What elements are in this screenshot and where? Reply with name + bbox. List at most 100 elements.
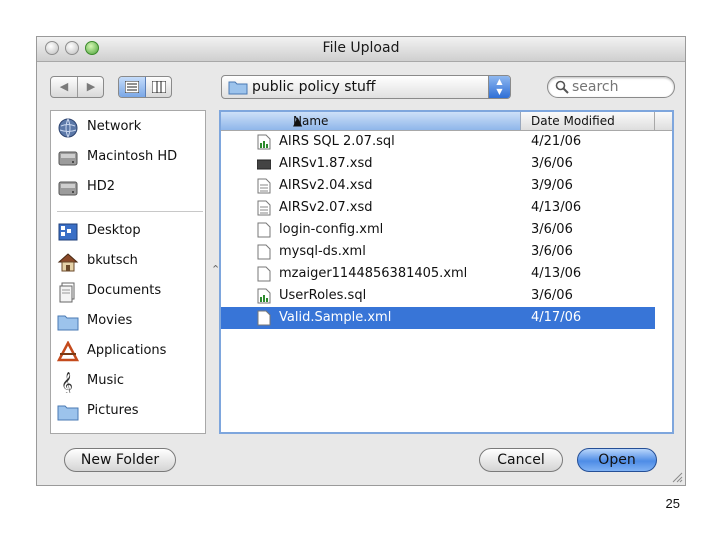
table-row[interactable]: AIRSv2.07.xsd 4/13/06 bbox=[221, 197, 655, 219]
file-date: 3/6/06 bbox=[531, 244, 573, 259]
sidebar-item-label: Pictures bbox=[87, 403, 139, 418]
sidebar-item-label: Applications bbox=[87, 343, 167, 358]
sidebar-item-movies[interactable]: Movies bbox=[57, 309, 203, 335]
blank-file-icon bbox=[257, 244, 271, 260]
column-view-button[interactable] bbox=[146, 77, 172, 97]
sidebar-item-label: bkutsch bbox=[87, 253, 138, 268]
column-header: Name ▲ Date Modified bbox=[221, 112, 672, 131]
date-column-header[interactable]: Date Modified bbox=[521, 112, 655, 130]
sort-ascending-icon: ▲ bbox=[293, 114, 303, 128]
file-name: login-config.xml bbox=[279, 222, 384, 237]
file-date: 3/6/06 bbox=[531, 288, 573, 303]
file-name: UserRoles.sql bbox=[279, 288, 367, 303]
window-title: File Upload bbox=[322, 40, 400, 56]
slide-number: 25 bbox=[665, 496, 680, 511]
sidebar-item-label: HD2 bbox=[87, 179, 116, 194]
sidebar-item-applications[interactable]: Applications bbox=[57, 339, 203, 365]
cancel-button[interactable]: Cancel bbox=[479, 448, 563, 472]
file-date: 3/6/06 bbox=[531, 156, 573, 171]
text-file-icon bbox=[257, 178, 271, 194]
blank-file-icon bbox=[257, 310, 271, 326]
sidebar-item-pictures[interactable]: Pictures bbox=[57, 399, 203, 425]
file-name: AIRSv1.87.xsd bbox=[279, 156, 373, 171]
table-row[interactable]: UserRoles.sql 3/6/06 bbox=[221, 285, 655, 307]
location-popup[interactable]: public policy stuff ▲ ▼ bbox=[221, 75, 511, 99]
view-mode-buttons bbox=[118, 76, 172, 98]
sql-file-icon bbox=[257, 134, 271, 150]
file-date: 4/17/06 bbox=[531, 310, 582, 325]
popup-arrows-icon: ▲ ▼ bbox=[488, 76, 510, 98]
sidebar-item-label: Desktop bbox=[87, 223, 141, 238]
sidebar-item-label: Network bbox=[87, 119, 142, 134]
search-input[interactable] bbox=[572, 79, 668, 95]
file-browser: Name ▲ Date Modified AIRS SQL 2.07.sql 4… bbox=[219, 110, 674, 434]
desktop-icon bbox=[58, 223, 78, 241]
blank-file-icon bbox=[257, 222, 271, 238]
forward-arrow-icon: ▶ bbox=[86, 80, 96, 93]
file-name: mzaiger1144856381405.xml bbox=[279, 266, 468, 281]
location-label: public policy stuff bbox=[252, 79, 376, 95]
globe-icon bbox=[58, 118, 78, 138]
sidebar: Network Macintosh HD HD2 Desktop bkutsch… bbox=[50, 110, 206, 434]
search-icon bbox=[555, 80, 569, 94]
file-date: 3/6/06 bbox=[531, 222, 573, 237]
sidebar-item-label: Movies bbox=[87, 313, 133, 328]
documents-icon bbox=[59, 282, 75, 303]
sidebar-item-desktop[interactable]: Desktop bbox=[57, 219, 203, 245]
text-file-icon bbox=[257, 200, 271, 216]
sql-file-icon bbox=[257, 288, 271, 304]
file-name: AIRS SQL 2.07.sql bbox=[279, 134, 395, 149]
folder-icon bbox=[228, 81, 248, 95]
sidebar-item-label: Documents bbox=[87, 283, 162, 298]
file-date: 3/9/06 bbox=[531, 178, 573, 193]
sidebar-item-music[interactable]: 𝄞 Music bbox=[57, 369, 203, 395]
sidebar-item-network[interactable]: Network bbox=[57, 115, 203, 141]
table-row[interactable]: mzaiger1144856381405.xml 4/13/06 bbox=[221, 263, 655, 285]
list-view-button[interactable] bbox=[119, 77, 146, 97]
file-name: AIRSv2.04.xsd bbox=[279, 178, 373, 193]
sidebar-item-hd2[interactable]: HD2 bbox=[57, 175, 203, 201]
file-date: 4/13/06 bbox=[531, 266, 582, 281]
file-name: AIRSv2.07.xsd bbox=[279, 200, 373, 215]
column-view-icon bbox=[151, 80, 167, 94]
nav-buttons: ◀ ▶ bbox=[50, 76, 104, 98]
title-bar[interactable]: File Upload bbox=[37, 37, 685, 62]
hard-drive-icon bbox=[58, 181, 78, 196]
sidebar-item-label: Music bbox=[87, 373, 124, 388]
back-arrow-icon: ◀ bbox=[59, 80, 69, 93]
svg-text:𝄞: 𝄞 bbox=[61, 371, 73, 393]
blank-file-icon bbox=[257, 266, 271, 282]
table-row[interactable]: AIRS SQL 2.07.sql 4/21/06 bbox=[221, 131, 655, 153]
file-rows: AIRS SQL 2.07.sql 4/21/06 AIRSv1.87.xsd … bbox=[221, 131, 672, 329]
table-row[interactable]: mysql-ds.xml 3/6/06 bbox=[221, 241, 655, 263]
file-name: mysql-ds.xml bbox=[279, 244, 366, 259]
file-name: Valid.Sample.xml bbox=[279, 310, 392, 325]
sidebar-item-documents[interactable]: Documents bbox=[57, 279, 203, 305]
open-button[interactable]: Open bbox=[577, 448, 657, 472]
table-row[interactable]: AIRSv2.04.xsd 3/9/06 bbox=[221, 175, 655, 197]
table-row-selected[interactable]: Valid.Sample.xml 4/17/06 bbox=[221, 307, 655, 329]
sidebar-item-bkutsch[interactable]: bkutsch bbox=[57, 249, 203, 275]
search-field[interactable] bbox=[547, 76, 675, 98]
applications-icon bbox=[57, 341, 79, 362]
music-icon: 𝄞 bbox=[61, 371, 73, 393]
resize-grip-icon[interactable] bbox=[671, 471, 683, 483]
home-icon bbox=[57, 253, 79, 272]
file-upload-dialog: File Upload ◀ ▶ public policy stuff ▲▼ bbox=[36, 36, 686, 486]
folder-icon bbox=[57, 315, 79, 331]
hard-drive-icon bbox=[58, 151, 78, 166]
list-view-icon bbox=[124, 80, 140, 94]
name-column-header[interactable]: Name ▲ bbox=[221, 112, 521, 130]
table-row[interactable]: AIRSv1.87.xsd 3/6/06 bbox=[221, 153, 655, 175]
sidebar-divider bbox=[57, 211, 203, 212]
table-row[interactable]: login-config.xml 3/6/06 bbox=[221, 219, 655, 241]
file-date: 4/13/06 bbox=[531, 200, 582, 215]
sidebar-item-label: Macintosh HD bbox=[87, 149, 178, 164]
back-button[interactable]: ◀ bbox=[51, 77, 78, 97]
new-folder-button[interactable]: New Folder bbox=[64, 448, 176, 472]
forward-button[interactable]: ▶ bbox=[78, 77, 104, 97]
dark-file-icon bbox=[257, 159, 271, 170]
date-column-label: Date Modified bbox=[531, 114, 615, 128]
sidebar-item-macintosh-hd[interactable]: Macintosh HD bbox=[57, 145, 203, 171]
folder-icon bbox=[57, 405, 79, 421]
